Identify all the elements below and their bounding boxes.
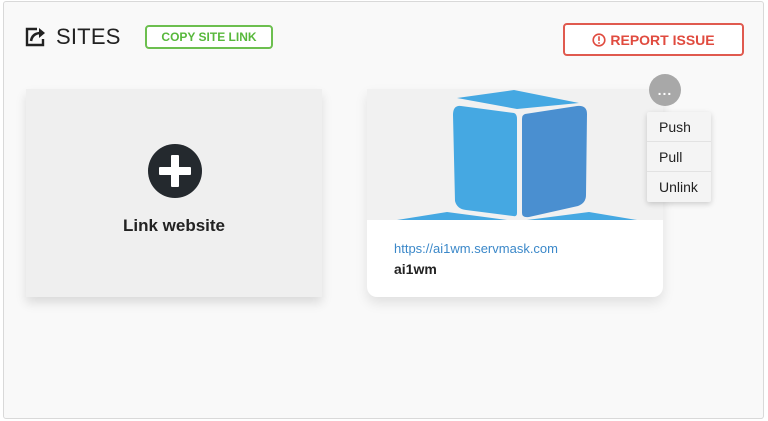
site-thumbnail (367, 89, 663, 220)
site-name: ai1wm (394, 261, 437, 277)
cube-icon (397, 90, 637, 220)
page-title: SITES (24, 22, 121, 52)
sites-panel: SITES COPY SITE LINK REPORT ISSUE Link w… (3, 1, 764, 419)
menu-item-label: Pull (659, 148, 683, 165)
menu-item-label: Push (659, 118, 691, 135)
site-url-link[interactable]: https://ai1wm.servmask.com (394, 241, 558, 256)
copy-site-link-label: COPY SITE LINK (161, 30, 257, 44)
menu-item-pull[interactable]: Pull (647, 142, 711, 172)
share-icon (24, 26, 48, 48)
menu-item-push[interactable]: Push (647, 112, 711, 142)
menu-item-unlink[interactable]: Unlink (647, 172, 711, 202)
site-card[interactable]: https://ai1wm.servmask.com ai1wm (367, 89, 663, 297)
more-options-icon: ... (657, 82, 673, 98)
plus-circle-icon (148, 144, 202, 198)
menu-item-label: Unlink (659, 179, 698, 195)
report-issue-label: REPORT ISSUE (610, 31, 715, 48)
page-title-text: SITES (56, 24, 121, 49)
link-website-label: Link website (122, 216, 226, 235)
copy-site-link-button[interactable]: COPY SITE LINK (145, 25, 273, 49)
report-issue-button[interactable]: REPORT ISSUE (563, 23, 744, 56)
site-options-button[interactable]: ... (649, 74, 681, 106)
link-website-card[interactable]: Link website (26, 89, 322, 297)
alert-circle-icon (592, 32, 606, 47)
site-options-menu: Push Pull Unlink (647, 112, 711, 202)
